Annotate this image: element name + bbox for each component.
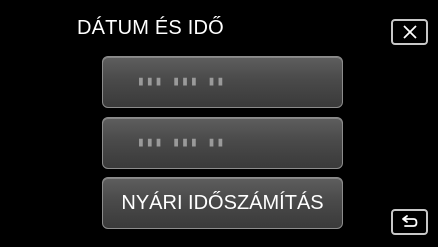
date-setting-button[interactable]: ▮▮▮ ▮▮▮ ▮▮ [102,56,343,108]
time-value: ▮▮▮ ▮▮▮ ▮▮ [137,135,226,150]
back-button[interactable] [391,209,428,235]
back-return-icon [401,215,417,227]
time-setting-button[interactable]: ▮▮▮ ▮▮▮ ▮▮ [102,117,343,169]
daylight-saving-button[interactable]: NYÁRI IDŐSZÁMÍTÁS [102,177,343,229]
date-value: ▮▮▮ ▮▮▮ ▮▮ [137,74,226,89]
close-button[interactable] [391,19,428,45]
page-title: DÁTUM ÉS IDŐ [77,17,224,39]
camera-menu-screen: DÁTUM ÉS IDŐ ▮▮▮ ▮▮▮ ▮▮ ▮▮▮ ▮▮▮ ▮▮ NYÁRI… [0,0,438,247]
close-icon [402,25,417,39]
daylight-saving-label: NYÁRI IDŐSZÁMÍTÁS [121,192,324,214]
